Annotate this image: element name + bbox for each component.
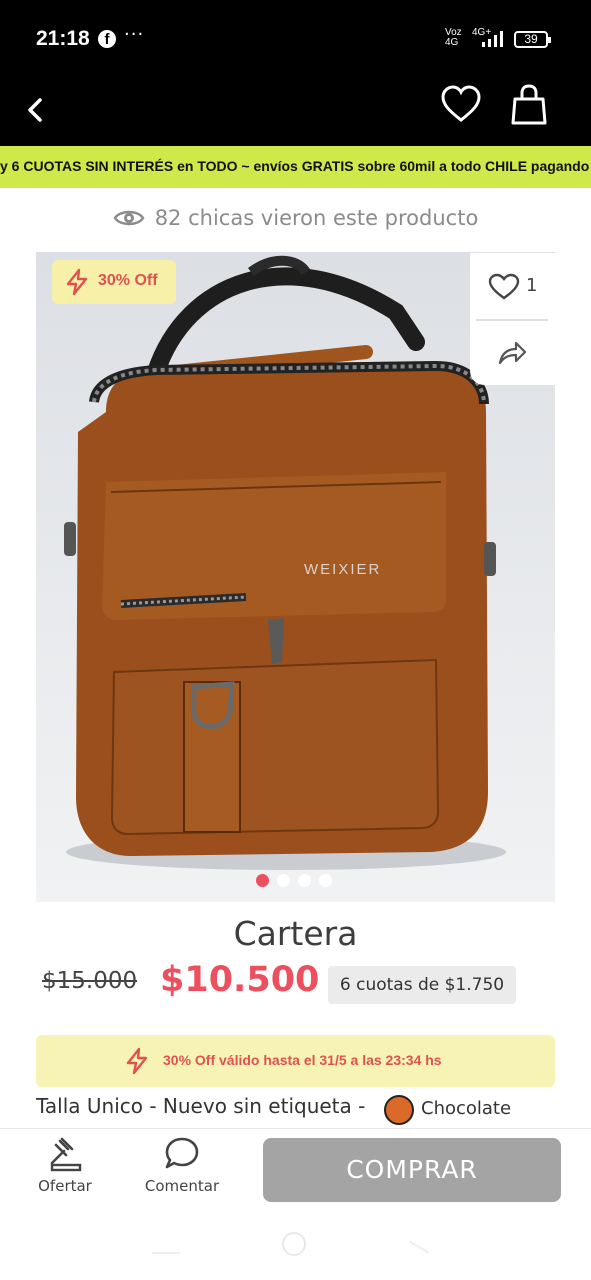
share-icon[interactable] bbox=[496, 339, 528, 367]
home-button[interactable] bbox=[282, 1232, 306, 1256]
product-title: Cartera bbox=[233, 914, 358, 953]
shopping-bag-icon[interactable] bbox=[510, 83, 548, 127]
like-count: 1 bbox=[526, 275, 538, 296]
carousel-dot[interactable] bbox=[298, 874, 311, 887]
back-arrow-icon[interactable] bbox=[20, 88, 56, 132]
buy-button[interactable]: COMPRAR bbox=[263, 1138, 561, 1202]
carousel-dot[interactable] bbox=[277, 874, 290, 887]
viewers-text: 82 chicas vieron este producto bbox=[154, 206, 479, 230]
signal-icon bbox=[482, 31, 503, 47]
heart-icon[interactable] bbox=[440, 84, 482, 126]
discount-badge-label: 30% Off bbox=[98, 272, 158, 289]
sale-price: $10.500 bbox=[160, 960, 320, 1000]
carousel-dot[interactable] bbox=[256, 874, 269, 887]
eye-icon bbox=[113, 210, 145, 226]
discount-badge: 30% Off bbox=[52, 260, 176, 304]
offer-button-label: Ofertar bbox=[38, 1177, 92, 1195]
installments-badge[interactable]: 6 cuotas de $1.750 bbox=[328, 966, 516, 1004]
like-heart-icon[interactable] bbox=[488, 273, 520, 301]
offer-validity-text: 30% Off válido hasta el 31/5 a las 23:34… bbox=[163, 1052, 442, 1068]
recent-apps-button[interactable] bbox=[152, 1252, 180, 1254]
comment-button-label: Comentar bbox=[144, 1177, 220, 1195]
viewers-count: 82 chicas vieron este producto bbox=[0, 206, 591, 238]
app-header bbox=[0, 80, 591, 146]
bottom-action-bar: Ofertar Comentar COMPRAR bbox=[0, 1128, 591, 1210]
promo-banner[interactable]: y 6 CUOTAS SIN INTERÉS en TODO ~ envíos … bbox=[0, 146, 591, 188]
comment-bubble-icon bbox=[165, 1137, 199, 1169]
lightning-icon bbox=[66, 268, 88, 296]
gavel-icon bbox=[50, 1137, 82, 1172]
facebook-icon: f bbox=[98, 30, 116, 48]
battery-icon: 39 bbox=[514, 31, 551, 48]
system-back-button[interactable] bbox=[408, 1240, 430, 1254]
side-actions: 1 bbox=[470, 253, 556, 385]
color-name: Chocolate bbox=[421, 1098, 512, 1119]
promo-banner-text: y 6 CUOTAS SIN INTERÉS en TODO ~ envíos … bbox=[0, 158, 590, 174]
more-notifications-icon: ··· bbox=[124, 24, 145, 45]
lightning-icon bbox=[126, 1047, 148, 1075]
original-price: $15.000 bbox=[42, 968, 138, 994]
color-swatch bbox=[384, 1095, 414, 1125]
divider bbox=[476, 319, 548, 321]
status-time: 21:18 bbox=[36, 27, 90, 50]
comment-button[interactable]: Comentar bbox=[140, 1135, 224, 1201]
network-label-volte: Voz 4G bbox=[445, 27, 462, 48]
carousel-dot[interactable] bbox=[319, 874, 332, 887]
status-bar: 21:18 f ··· Voz 4G 4G+ 39 bbox=[0, 0, 591, 80]
system-navigation-bar bbox=[0, 1210, 591, 1280]
offer-button[interactable]: Ofertar bbox=[28, 1135, 102, 1201]
svg-text:WEIXIER: WEIXIER bbox=[304, 561, 381, 578]
product-details: Talla Unico - Nuevo sin etiqueta - bbox=[36, 1094, 366, 1118]
offer-validity-note: 30% Off válido hasta el 31/5 a las 23:34… bbox=[36, 1035, 555, 1087]
